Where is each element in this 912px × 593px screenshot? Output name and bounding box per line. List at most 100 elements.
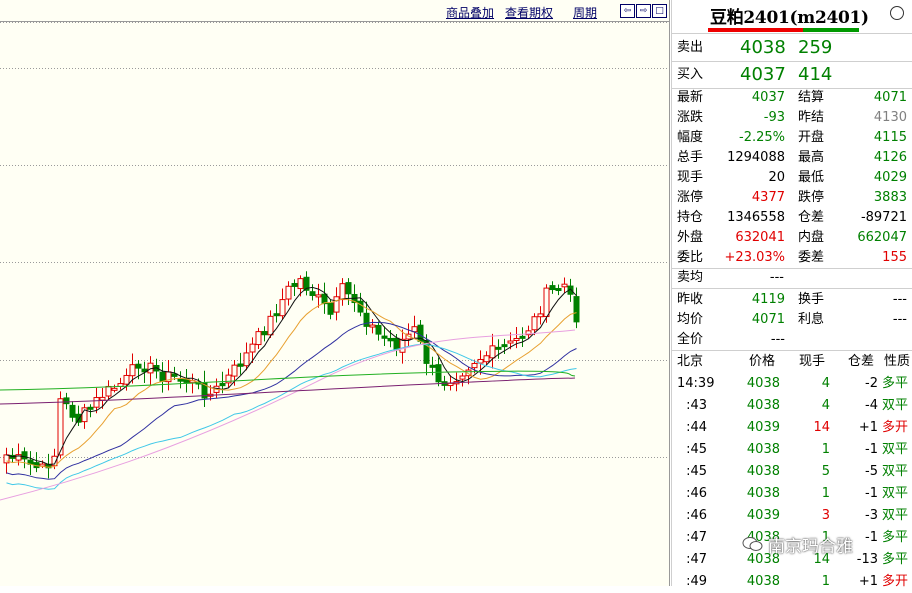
stat-value: 1346558 xyxy=(727,210,785,225)
stat-label: 最新 xyxy=(677,90,704,105)
tick-time: :45 xyxy=(686,442,707,457)
stat-value: 4130 xyxy=(873,110,907,125)
stat-label: 全价 xyxy=(677,332,704,347)
candle-body xyxy=(369,324,376,328)
nav-right-icon[interactable]: ⇨ xyxy=(636,4,651,18)
stat-label: 委差 xyxy=(798,250,825,265)
tick-nature: 双平 xyxy=(882,464,909,479)
tick-nature: 多平 xyxy=(882,552,909,567)
stat-label: 结算 xyxy=(798,90,825,105)
ma30-line xyxy=(6,343,577,490)
tick-oi-change: -3 xyxy=(865,508,878,523)
tick-time: :49 xyxy=(686,574,707,589)
stat-value: 1294088 xyxy=(727,150,785,165)
stat-value: --- xyxy=(892,312,907,327)
candle-body xyxy=(297,278,304,290)
candle-body xyxy=(315,294,322,298)
buy-volume: 414 xyxy=(798,64,833,85)
avg-row: 卖均 --- xyxy=(677,270,784,285)
stat-row: 涨跌 -93 昨结 4130 xyxy=(672,108,912,128)
tick-price: 4038 xyxy=(746,486,780,501)
tick-row[interactable]: :44 4039 14 +1 多开 xyxy=(672,417,912,439)
tick-nature: 多开 xyxy=(882,420,909,435)
candle-body xyxy=(357,300,364,313)
stat-row: 均价 4071 利息 --- xyxy=(672,310,912,330)
stat-value: 4377 xyxy=(751,190,785,205)
candle-body xyxy=(471,362,478,369)
tick-row[interactable]: :46 4039 3 -3 双平 xyxy=(672,505,912,527)
stat-row: 昨收 4119 换手 --- xyxy=(672,290,912,310)
info-circle-icon[interactable] xyxy=(890,6,904,20)
kline-chart[interactable] xyxy=(0,0,670,586)
overlay-link[interactable]: 商品叠加 xyxy=(446,4,494,21)
tick-oi-change: +1 xyxy=(858,574,878,589)
tick-time: :46 xyxy=(686,486,707,501)
tick-row[interactable]: :49 4038 1 +1 多开 xyxy=(672,571,912,593)
candle-body xyxy=(429,364,436,368)
stat-value: 4029 xyxy=(873,170,907,185)
sell-volume: 259 xyxy=(798,37,833,58)
candle-body xyxy=(513,338,520,342)
candle-body xyxy=(21,451,28,460)
candle-body xyxy=(483,355,490,363)
stat-label: 幅度 xyxy=(677,130,704,145)
stat-row: 持仓 1346558 仓差 -89721 xyxy=(672,208,912,228)
buy-price: 4037 xyxy=(740,64,786,85)
tick-time: :47 xyxy=(686,552,707,567)
tick-row[interactable]: :45 4038 1 -1 双平 xyxy=(672,439,912,461)
stat-value: 4126 xyxy=(873,150,907,165)
tick-price: 4039 xyxy=(746,508,780,523)
tick-nature: 双平 xyxy=(882,398,909,413)
candle-body xyxy=(231,364,238,377)
candle-body xyxy=(261,331,268,336)
tick-nature: 多平 xyxy=(882,530,909,545)
candle-body xyxy=(69,404,76,418)
tick-oi-change: -5 xyxy=(865,464,878,479)
tick-time: :46 xyxy=(686,508,707,523)
stat-row: 全价 --- xyxy=(672,330,912,350)
tick-volume: 1 xyxy=(821,574,830,589)
sell-price: 4038 xyxy=(740,37,786,58)
candle-body xyxy=(537,313,544,318)
candle-body xyxy=(495,346,502,350)
candle-body xyxy=(555,288,562,292)
stat-label: 委比 xyxy=(677,250,704,265)
tick-volume: 1 xyxy=(821,442,830,457)
candle-body xyxy=(447,382,454,387)
sell-row: 卖出 4038 259 xyxy=(677,37,833,58)
tick-volume: 4 xyxy=(821,376,830,391)
bid-ratio-bar xyxy=(708,28,803,32)
stat-label: 持仓 xyxy=(677,210,704,225)
ma10-line xyxy=(6,298,577,468)
tick-row[interactable]: :43 4038 4 -4 双平 xyxy=(672,395,912,417)
period-link[interactable]: 周期 xyxy=(573,4,597,21)
kline-chart-panel[interactable]: 商品叠加 查看期权 周期 ⇦ ⇨ □ xyxy=(0,0,670,586)
stat-row: 幅度 -2.25% 开盘 4115 xyxy=(672,128,912,148)
tick-nature: 双平 xyxy=(882,442,909,457)
stat-label: 利息 xyxy=(798,312,825,327)
tick-row[interactable]: :46 4038 1 -1 双平 xyxy=(672,483,912,505)
stat-value: 4115 xyxy=(873,130,907,145)
tick-row[interactable]: 14:39 4038 4 -2 多平 xyxy=(672,373,912,395)
tick-oi-change: -2 xyxy=(865,376,878,391)
stat-value: --- xyxy=(892,292,907,307)
view-options-link[interactable]: 查看期权 xyxy=(505,4,553,21)
ma250-line xyxy=(0,377,576,405)
maximize-icon[interactable]: □ xyxy=(652,4,667,18)
quote-title-bar: 豆粕2401(m2401) xyxy=(672,0,912,32)
candle-body xyxy=(501,344,508,348)
candle-body xyxy=(159,371,166,382)
tick-oi-change: -1 xyxy=(865,486,878,501)
stat-value: -93 xyxy=(763,110,785,125)
nav-left-icon[interactable]: ⇦ xyxy=(620,4,635,18)
stat-row: 涨停 4377 跌停 3883 xyxy=(672,188,912,208)
tick-header: 北京 价格 现手 仓差 性质 xyxy=(677,354,911,369)
candle-body xyxy=(561,283,568,288)
tick-price: 4039 xyxy=(746,420,780,435)
candle-body xyxy=(363,312,370,327)
candle-body xyxy=(177,378,184,382)
tick-price: 4038 xyxy=(746,442,780,457)
candle-body xyxy=(273,313,280,317)
tick-time: :47 xyxy=(686,530,707,545)
tick-row[interactable]: :45 4038 5 -5 双平 xyxy=(672,461,912,483)
